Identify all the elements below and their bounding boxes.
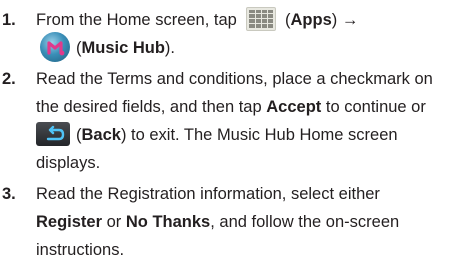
- step-2: 2. Read the Terms and conditions, place …: [0, 65, 470, 177]
- no-thanks-label: No Thanks: [125, 213, 211, 231]
- step-3-line-1: Read the Registration information, selec…: [36, 185, 380, 203]
- accept-label: Accept: [266, 98, 322, 116]
- step-text: , and follow the on-screen: [210, 213, 400, 231]
- step-1: 1. From the Home screen, tap (Apps) → (M…: [0, 6, 470, 62]
- instruction-steps: 1. From the Home screen, tap (Apps) → (M…: [0, 0, 470, 264]
- arrow-text: →: [337, 11, 359, 29]
- step-2-line-4: displays.: [36, 154, 101, 172]
- step-2-line-3: (Back) to exit. The Music Hub Home scree…: [36, 121, 470, 149]
- step-3: 3. Read the Registration information, se…: [0, 180, 470, 264]
- step-1-line-2: (Music Hub).: [36, 31, 470, 62]
- step-2-line-1: Read the Terms and conditions, place a c…: [36, 70, 433, 88]
- paren-open: (: [280, 11, 291, 29]
- step-number: 1.: [2, 11, 16, 29]
- apps-label: Apps: [290, 11, 332, 29]
- step-1-line-1: From the Home screen, tap (Apps) →: [36, 6, 470, 34]
- step-3-line-3: instructions.: [36, 241, 125, 259]
- back-arrow-icon: [36, 121, 70, 146]
- step-text: the desired fields, and then tap: [36, 98, 267, 116]
- step-text: or: [102, 213, 126, 231]
- step-2-line-2: the desired fields, and then tap Accept …: [36, 93, 470, 121]
- step-text: From the Home screen, tap: [36, 11, 242, 29]
- register-label: Register: [36, 213, 103, 231]
- step-text: ) to exit. The Music Hub Home screen: [120, 126, 398, 144]
- step-number: 3.: [2, 185, 16, 203]
- music-hub-icon: [40, 31, 70, 62]
- paren-close: ).: [164, 39, 176, 57]
- step-number: 2.: [2, 70, 16, 88]
- music-hub-label: Music Hub: [81, 39, 165, 57]
- step-3-line-2: Register or No Thanks, and follow the on…: [36, 208, 470, 236]
- back-label: Back: [81, 126, 121, 144]
- step-text: to continue or: [321, 98, 426, 116]
- apps-grid-icon: [246, 6, 277, 31]
